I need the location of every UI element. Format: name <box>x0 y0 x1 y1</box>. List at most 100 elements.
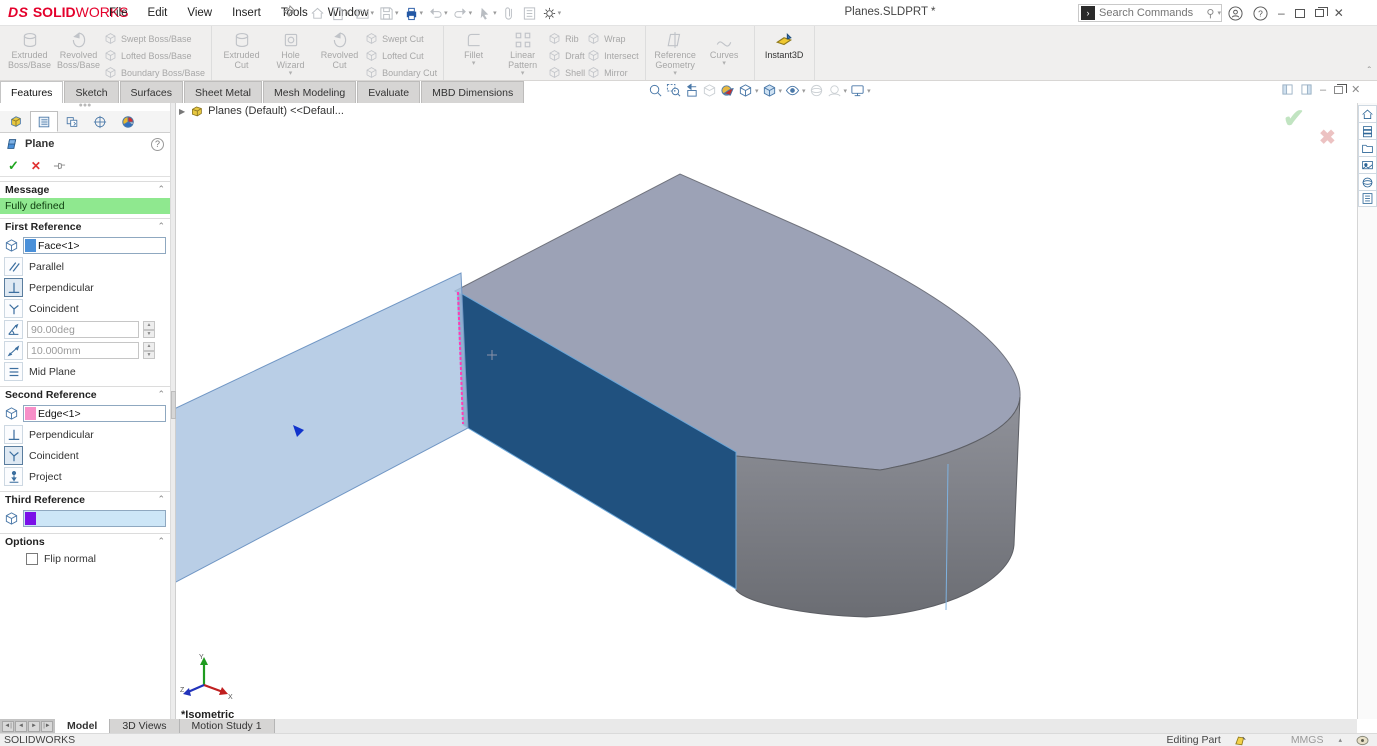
perp-icon[interactable] <box>4 278 23 297</box>
redo-icon[interactable]: ▾ <box>451 2 475 24</box>
view-orientation-icon[interactable]: ▾ <box>738 83 759 98</box>
tab-sketch[interactable]: Sketch <box>64 81 118 103</box>
help-icon[interactable]: ? <box>1253 6 1268 21</box>
tab-surfaces[interactable]: Surfaces <box>120 81 183 103</box>
cancel-button[interactable]: ✕ <box>31 159 41 173</box>
ribbon-button-instant3d[interactable]: Instant3D <box>761 28 808 60</box>
cursor-icon[interactable]: ▾ <box>475 2 499 24</box>
ribbon-button-intersect[interactable]: Intersect <box>587 47 639 64</box>
section-header-third-reference[interactable]: Third Reference⌃ <box>0 491 170 507</box>
selection-field[interactable] <box>23 510 166 527</box>
selection-field[interactable]: Edge<1> <box>23 405 166 422</box>
window-minimize-icon[interactable]: – <box>1320 84 1326 96</box>
ribbon-button-reference-geometry[interactable]: Reference Geometry▾ <box>652 28 699 77</box>
taskpane-design-library[interactable] <box>1358 122 1377 139</box>
panel-grip[interactable]: ●●● <box>0 103 170 111</box>
option-perpendicular[interactable]: Perpendicular <box>0 277 170 298</box>
dropdown-caret[interactable]: ▾ <box>755 87 759 95</box>
collapse-chevron-icon[interactable]: ⌃ <box>157 221 165 232</box>
option-mid-plane[interactable]: Mid Plane <box>0 361 170 382</box>
restore-button[interactable] <box>1315 9 1324 17</box>
doc-tab-model[interactable]: Model <box>55 719 110 733</box>
ribbon-button-boundary-cut[interactable]: Boundary Cut <box>365 64 437 81</box>
proplist-icon[interactable] <box>520 2 539 24</box>
confirm-ok-icon[interactable]: ✔ <box>1283 103 1305 134</box>
distance-input[interactable]: 10.000mm <box>27 342 139 359</box>
close-button[interactable]: ✕ <box>1334 6 1344 20</box>
ribbon-button-extruded-cut[interactable]: Extruded Cut <box>218 28 265 70</box>
option-perpendicular[interactable]: Perpendicular <box>0 424 170 445</box>
pane-right-icon[interactable] <box>1301 84 1312 95</box>
menu-insert[interactable]: Insert <box>223 0 270 26</box>
coinc-icon[interactable] <box>4 299 23 318</box>
ribbon-button-mirror[interactable]: Mirror <box>587 64 639 81</box>
ok-button[interactable]: ✓ <box>8 158 19 174</box>
open-icon[interactable]: ▾ <box>353 2 377 24</box>
taskpane-solidworks-resources[interactable] <box>1358 105 1377 122</box>
panel-tab-dimxpert-manager[interactable] <box>86 111 114 132</box>
dropdown-caret[interactable]: ▾ <box>844 87 848 95</box>
ribbon-button-revolved-boss-base[interactable]: Revolved Boss/Base <box>55 28 102 70</box>
option-coincident[interactable]: Coincident <box>0 298 170 319</box>
panel-tab-property-manager[interactable] <box>30 111 58 132</box>
angle-input[interactable]: 90.00deg <box>27 321 139 338</box>
view-settings-icon[interactable]: ▾ <box>827 83 848 98</box>
dropdown-caret[interactable]: ▾ <box>395 9 399 17</box>
tab-next-button[interactable]: ► <box>28 721 40 732</box>
option-parallel[interactable]: Parallel <box>0 256 170 277</box>
search-icon[interactable]: ⚲ <box>1206 7 1214 20</box>
options-display-icon[interactable]: ▾ <box>850 83 871 98</box>
dropdown-caret[interactable]: ▾ <box>346 9 350 17</box>
section-header-second-reference[interactable]: Second Reference⌃ <box>0 386 170 402</box>
search-commands-box[interactable]: › ⚲ ▾ <box>1078 4 1222 22</box>
taskpane-file-explorer[interactable] <box>1358 139 1377 156</box>
previous-view-icon[interactable] <box>684 83 699 98</box>
pm-help-icon[interactable]: ? <box>151 138 164 151</box>
home-icon[interactable] <box>308 2 327 24</box>
status-units[interactable]: MMGS <box>1291 734 1324 746</box>
search-caret-icon[interactable]: ▾ <box>1217 9 1221 17</box>
undo-icon[interactable]: ▾ <box>426 2 450 24</box>
taskpane-appearances-scenes[interactable] <box>1358 173 1377 190</box>
window-close-icon[interactable]: ✕ <box>1351 83 1360 96</box>
ribbon-button-curves[interactable]: Curves▾ <box>701 28 748 67</box>
option-coincident[interactable]: Coincident <box>0 445 170 466</box>
option-project[interactable]: Project <box>0 466 170 487</box>
ribbon-button-wrap[interactable]: Wrap <box>587 30 639 47</box>
dropdown-caret[interactable]: ▾ <box>558 9 562 17</box>
tab-sheet-metal[interactable]: Sheet Metal <box>184 81 262 103</box>
dropdown-caret[interactable]: ▾ <box>521 70 525 77</box>
zoom-to-area-icon[interactable] <box>666 83 681 98</box>
hide-show-items-icon[interactable]: ▾ <box>785 83 806 98</box>
doc-tab-motion-study-1[interactable]: Motion Study 1 <box>180 719 275 733</box>
dropdown-caret[interactable]: ▾ <box>867 87 871 95</box>
save-icon[interactable]: ▾ <box>377 2 401 24</box>
dropdown-caret[interactable]: ▾ <box>802 87 806 95</box>
tab-features[interactable]: Features <box>0 81 63 103</box>
spinner[interactable]: ▲▼ <box>143 342 155 359</box>
search-input[interactable] <box>1099 7 1206 19</box>
dropdown-caret[interactable]: ▾ <box>444 9 448 17</box>
dropdown-caret[interactable]: ▾ <box>469 9 473 17</box>
tab-mesh-modeling[interactable]: Mesh Modeling <box>263 81 356 103</box>
account-icon[interactable] <box>1228 6 1243 21</box>
flip-normal-checkbox[interactable] <box>26 553 38 565</box>
collapse-chevron-icon[interactable]: ⌃ <box>157 494 165 505</box>
confirm-cancel-icon[interactable]: ✖ <box>1319 125 1336 150</box>
panel-tab-feature-manager[interactable] <box>2 111 30 132</box>
window-restore-icon[interactable] <box>1334 86 1343 94</box>
gear-icon[interactable]: ▾ <box>540 2 564 24</box>
panel-tab-display-manager[interactable] <box>114 111 142 132</box>
fullscreen-button[interactable] <box>1295 9 1305 18</box>
ribbon-button-swept-boss-base[interactable]: Swept Boss/Base <box>104 30 205 47</box>
pin-menu-icon[interactable] <box>283 5 295 17</box>
tab-mbd-dimensions[interactable]: MBD Dimensions <box>421 81 524 103</box>
zoom-to-fit-icon[interactable] <box>648 83 663 98</box>
dropdown-caret[interactable]: ▾ <box>472 60 476 67</box>
graphics-area[interactable]: ▶ Planes (Default) <<Defaul... <box>176 103 1357 719</box>
print-icon[interactable]: ▾ <box>402 2 426 24</box>
clip-icon[interactable] <box>500 2 519 24</box>
ribbon-button-revolved-cut[interactable]: Revolved Cut <box>316 28 363 70</box>
dropdown-caret[interactable]: ▾ <box>493 9 497 17</box>
collapse-chevron-icon[interactable]: ⌃ <box>157 536 165 547</box>
